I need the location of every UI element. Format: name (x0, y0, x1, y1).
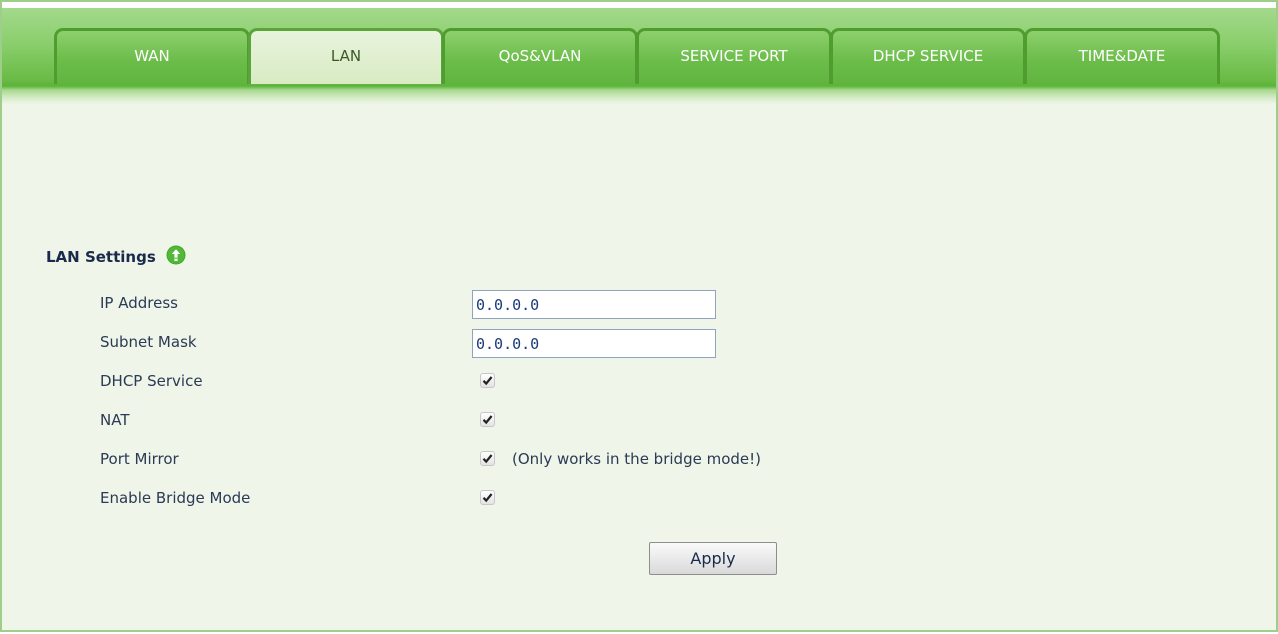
tab-service-port[interactable]: SERVICE PORT (636, 28, 832, 84)
subnet-mask-row: Subnet Mask (100, 329, 1000, 358)
subnet-mask-input[interactable] (472, 329, 716, 358)
tab-lan[interactable]: LAN (248, 28, 444, 84)
dhcp-service-checkbox[interactable] (480, 373, 495, 388)
tab-label: QoS&VLAN (498, 47, 582, 65)
tab-label: WAN (134, 47, 170, 65)
checkmark-icon (482, 454, 493, 464)
lan-settings-page: WAN LAN QoS&VLAN SERVICE PORT DHCP SERVI… (0, 0, 1278, 632)
enable-bridge-mode-row: Enable Bridge Mode (100, 485, 1000, 513)
dhcp-service-row: DHCP Service (100, 368, 1000, 396)
port-mirror-note: (Only works in the bridge mode!) (512, 450, 761, 468)
tab-list: WAN LAN QoS&VLAN SERVICE PORT DHCP SERVI… (54, 28, 1220, 84)
port-mirror-row: Port Mirror (Only works in the bridge mo… (100, 446, 1000, 474)
dhcp-service-label: DHCP Service (100, 372, 203, 390)
ip-address-input[interactable] (472, 290, 716, 319)
ip-address-row: IP Address (100, 290, 1000, 319)
checkmark-icon (482, 415, 493, 425)
tab-label: DHCP SERVICE (872, 47, 984, 65)
subnet-mask-label: Subnet Mask (100, 333, 197, 351)
tab-time-date[interactable]: TIME&DATE (1024, 28, 1220, 84)
checkmark-icon (482, 376, 493, 386)
tab-qos-vlan[interactable]: QoS&VLAN (442, 28, 638, 84)
section-title-text: LAN Settings (46, 248, 156, 266)
nat-checkbox[interactable] (480, 412, 495, 427)
tab-label: LAN (330, 47, 362, 65)
apply-button[interactable]: Apply (649, 542, 777, 575)
nat-row: NAT (100, 407, 1000, 435)
tab-label: TIME&DATE (1078, 47, 1166, 65)
enable-bridge-mode-checkbox[interactable] (480, 490, 495, 505)
checkmark-icon (482, 493, 493, 503)
port-mirror-label: Port Mirror (100, 450, 179, 468)
help-icon[interactable] (166, 245, 186, 265)
tab-label: SERVICE PORT (680, 47, 788, 65)
enable-bridge-mode-label: Enable Bridge Mode (100, 489, 251, 507)
ip-address-label: IP Address (100, 294, 178, 312)
port-mirror-checkbox[interactable] (480, 451, 495, 466)
section-title: LAN Settings (46, 245, 186, 266)
tab-bar: WAN LAN QoS&VLAN SERVICE PORT DHCP SERVI… (2, 2, 1276, 104)
tab-dhcp-service[interactable]: DHCP SERVICE (830, 28, 1026, 84)
nat-label: NAT (100, 411, 130, 429)
tab-wan[interactable]: WAN (54, 28, 250, 84)
